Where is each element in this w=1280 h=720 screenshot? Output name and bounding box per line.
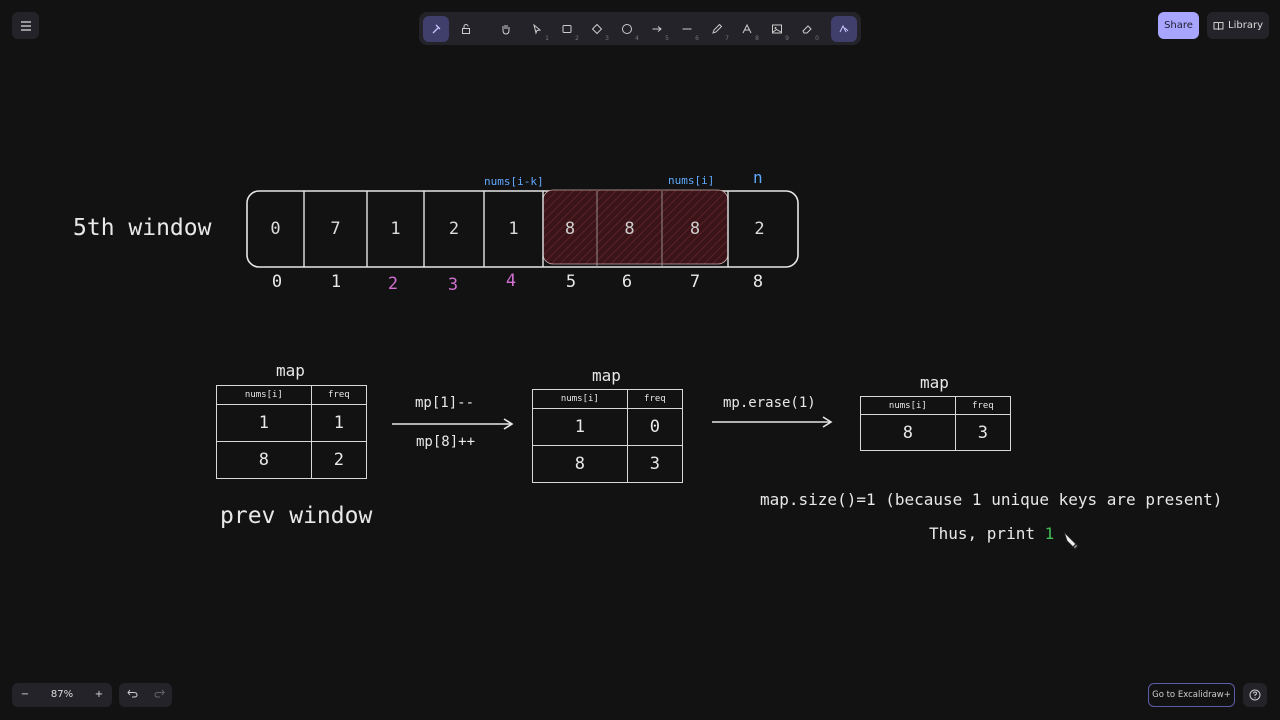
- map-cell: 8: [860, 414, 956, 451]
- op-increment: mp[8]++: [416, 434, 476, 450]
- map-cell: 8: [532, 445, 628, 483]
- array-cell: 8: [624, 219, 635, 239]
- array-cell: 2: [754, 219, 765, 239]
- zoom-level[interactable]: 87%: [38, 683, 86, 707]
- eraser-cursor-icon: [1063, 531, 1079, 550]
- map-header-freq: freq: [626, 389, 684, 409]
- map-title: map: [276, 361, 305, 380]
- op-erase: mp.erase(1): [723, 395, 816, 411]
- array-index: 8: [752, 272, 764, 292]
- map-header-key: nums[i]: [860, 396, 956, 415]
- map-cell: 8: [216, 441, 312, 479]
- help-icon: [1249, 689, 1261, 701]
- array-cell: 1: [508, 219, 519, 239]
- undo-button[interactable]: [119, 683, 145, 707]
- undo-redo-controls: [119, 683, 172, 707]
- array-index: 7: [689, 272, 701, 292]
- map-header-key: nums[i]: [216, 385, 312, 405]
- array-index: 2: [387, 274, 399, 294]
- map-cell: 3: [954, 414, 1012, 451]
- array-index: 3: [447, 275, 459, 295]
- op-decrement: mp[1]--: [415, 395, 475, 411]
- array-index: 6: [621, 272, 633, 292]
- map-cell: 2: [310, 441, 368, 479]
- array-index: 1: [330, 272, 342, 292]
- redo-button[interactable]: [146, 683, 172, 707]
- array-cell: 2: [448, 219, 460, 239]
- size-note: map.size()=1 (because 1 unique keys are …: [760, 490, 1223, 509]
- array-index: 5: [565, 272, 577, 292]
- array-cell: 0: [270, 219, 281, 239]
- array-cell: 7: [330, 219, 341, 239]
- map-title: map: [592, 366, 621, 385]
- help-button[interactable]: [1243, 683, 1267, 707]
- print-line: Thus, print 1: [929, 524, 1054, 543]
- undo-icon: [126, 689, 138, 698]
- zoom-controls: − 87% +: [12, 683, 112, 707]
- zoom-out-button[interactable]: −: [12, 683, 38, 707]
- map-header-freq: freq: [954, 396, 1012, 415]
- map-table-prev: nums[i] freq 11 82: [216, 385, 368, 479]
- map-cell: 1: [310, 404, 368, 442]
- array-index: 4: [505, 271, 517, 291]
- prev-window-label: prev window: [220, 503, 373, 529]
- print-value: 1: [1044, 524, 1055, 543]
- map-header-key: nums[i]: [532, 389, 628, 409]
- redo-icon: [153, 689, 165, 698]
- arrow-2: [712, 416, 833, 428]
- zoom-in-button[interactable]: +: [86, 683, 112, 707]
- array-cell: 8: [689, 219, 701, 239]
- map-cell: 1: [216, 404, 312, 442]
- map-title: map: [920, 373, 949, 392]
- map-cell: 3: [626, 445, 684, 483]
- map-table-final: nums[i] freq 83: [860, 396, 1012, 451]
- excalidraw-plus-button[interactable]: Go to Excalidraw+: [1148, 683, 1235, 707]
- map-cell: 1: [532, 408, 628, 446]
- arrow-1: [392, 418, 514, 430]
- map-table-updated: nums[i] freq 10 83: [532, 389, 684, 483]
- map-cell: 0: [626, 408, 684, 446]
- array-index: 0: [271, 272, 283, 292]
- array-cell: 8: [564, 219, 576, 239]
- map-header-freq: freq: [310, 385, 368, 405]
- array-drawing: [246, 189, 833, 430]
- print-prefix: Thus, print: [929, 524, 1035, 543]
- array-cell: 1: [390, 219, 401, 239]
